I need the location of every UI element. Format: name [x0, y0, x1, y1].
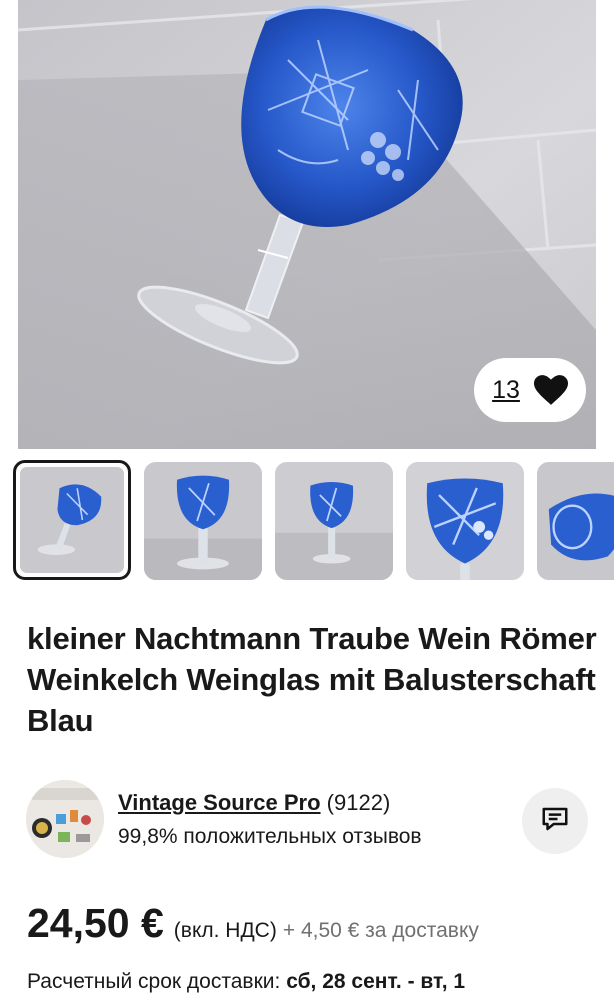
product-main-image[interactable]: 13 — [18, 0, 596, 449]
listing-title: kleiner Nachtmann Traube Wein Römer Wein… — [27, 621, 597, 738]
delivery-label: Расчетный срок доставки: — [27, 970, 281, 993]
thumbnail-1[interactable] — [13, 460, 131, 580]
heart-icon — [533, 375, 568, 405]
thumbnail-3[interactable] — [275, 462, 393, 580]
delivery-estimate: Расчетный срок доставки: сб, 28 сент. - … — [27, 970, 465, 994]
seller-name-link[interactable]: Vintage Source Pro — [118, 790, 321, 815]
seller-rating-count: (9122) — [326, 790, 391, 815]
thumbnail-4[interactable] — [406, 462, 524, 580]
price-row: 24,50 € (вкл. НДС) + 4,50 € за доставку — [27, 900, 479, 947]
message-seller-button[interactable] — [522, 788, 588, 854]
thumbnail-5[interactable] — [537, 462, 614, 580]
thumbnail-image — [406, 462, 524, 580]
vat-note: (вкл. НДС) — [173, 919, 277, 942]
seller-feedback: 99,8% положительных отзывов — [118, 825, 422, 848]
thumbnail-image — [537, 462, 614, 580]
seller-avatar[interactable] — [26, 780, 104, 858]
seller-info: Vintage Source Pro (9122) — [118, 790, 390, 816]
thumbnail-strip[interactable] — [0, 460, 614, 582]
seller-logo — [26, 780, 104, 858]
thumbnail-image — [20, 467, 124, 573]
delivery-dates: сб, 28 сент. - вт, 1 — [286, 970, 466, 993]
shipping-cost: + 4,50 € за доставку — [282, 919, 479, 942]
favorite-count: 13 — [492, 375, 520, 404]
thumbnail-image — [144, 462, 262, 580]
price: 24,50 € — [27, 900, 164, 946]
thumbnail-image — [275, 462, 393, 580]
thumbnail-2[interactable] — [144, 462, 262, 580]
message-icon — [540, 804, 570, 839]
favorite-button[interactable]: 13 — [474, 358, 586, 422]
